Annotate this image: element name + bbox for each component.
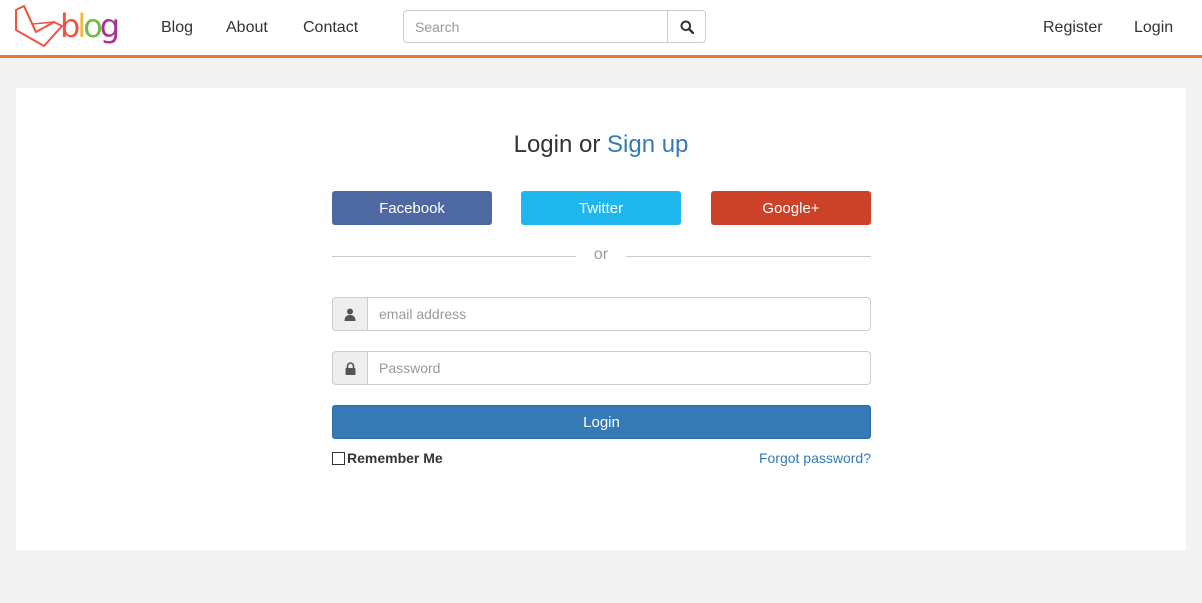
heading-prefix: Login or <box>513 131 607 158</box>
facebook-login-button[interactable]: Facebook <box>332 191 492 225</box>
user-icon <box>344 308 356 321</box>
lock-icon <box>345 361 355 375</box>
password-field[interactable] <box>367 351 871 385</box>
login-panel: Login or Sign up Facebook Twitter Google… <box>16 88 1186 550</box>
signup-link[interactable]: Sign up <box>607 131 688 158</box>
nav-link-login[interactable]: Login <box>1134 19 1173 37</box>
laravel-logo-icon <box>15 4 64 48</box>
brand-logo[interactable]: blog <box>14 4 128 50</box>
email-field[interactable] <box>367 297 871 331</box>
nav-link-blog[interactable]: Blog <box>161 19 193 37</box>
search-input[interactable] <box>403 10 669 43</box>
search-form <box>403 10 706 43</box>
remember-checkbox[interactable] <box>332 451 345 465</box>
search-icon <box>680 20 694 34</box>
google-login-button[interactable]: Google+ <box>711 191 871 225</box>
nav-link-about[interactable]: About <box>226 19 268 37</box>
divider-left <box>332 256 576 257</box>
password-input-group <box>332 351 871 385</box>
logo-text: blog <box>60 7 120 45</box>
nav-link-contact[interactable]: Contact <box>303 19 358 37</box>
twitter-login-button[interactable]: Twitter <box>521 191 681 225</box>
navbar: blog Blog About Contact Register Login <box>0 0 1202 58</box>
remember-label: Remember Me <box>347 450 443 466</box>
email-addon <box>332 297 368 331</box>
login-button[interactable]: Login <box>332 405 871 439</box>
forgot-password-link[interactable]: Forgot password? <box>716 450 871 466</box>
nav-link-register[interactable]: Register <box>1043 19 1103 37</box>
remember-me[interactable]: Remember Me <box>332 450 443 466</box>
password-addon <box>332 351 368 385</box>
email-input-group <box>332 297 871 331</box>
divider-right <box>626 256 871 257</box>
divider-or-text: or <box>593 246 609 263</box>
page-title: Login or Sign up <box>16 131 1186 159</box>
search-button[interactable] <box>667 10 706 43</box>
